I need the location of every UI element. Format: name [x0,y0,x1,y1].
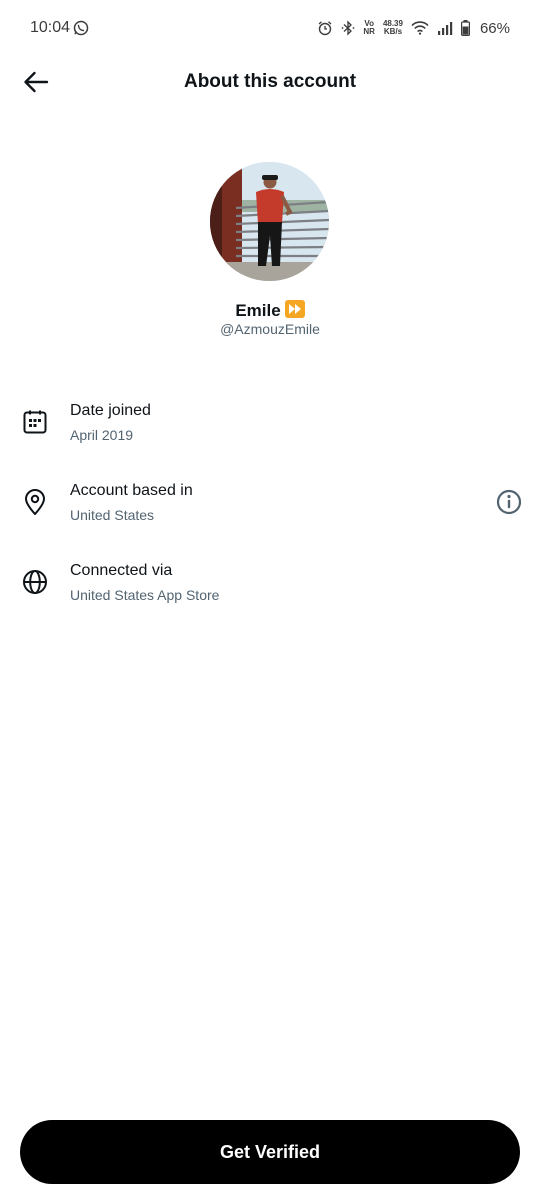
profile-name: Emile [0,300,540,321]
row-label: Date joined [70,402,151,419]
alarm-icon [318,21,332,36]
about-account-screen: 10:04 Vo NR 48.39 KB/s 66% About this ac… [0,0,540,1199]
location-pin-icon [25,489,45,515]
wifi-icon [411,21,429,35]
globe-icon [23,570,47,594]
calendar-icon [23,410,47,434]
whatsapp-icon [73,20,89,36]
battery-icon [460,20,470,36]
status-icons: Vo NR 48.39 KB/s 66% [317,17,510,39]
row-label: Account based in [70,482,193,499]
row-label: Connected via [70,562,173,579]
network-speed: 48.39 KB/s [382,19,403,36]
connected-via-row: Connected via United States App Store [0,558,540,618]
battery-percentage: 66% [479,19,510,37]
date-joined-row: Date joined April 2019 [0,398,540,458]
account-based-in-row: Account based in United States [0,478,540,538]
signal-icon [437,22,453,35]
fast-forward-emoji [284,300,305,318]
row-value: April 2019 [70,427,134,443]
row-value: United States [70,507,155,523]
status-bar: 10:04 Vo NR 48.39 KB/s 66% [0,0,540,58]
header: About this account [0,58,540,108]
profile-photo [210,162,329,281]
page-title: About this account [183,71,357,92]
volte-icon: Vo NR [363,19,375,36]
get-verified-button[interactable]: Get Verified [20,1120,520,1184]
profile-handle: @AzmouzEmile [220,321,320,337]
bluetooth-icon [341,20,355,36]
row-value: United States App Store [70,587,220,603]
avatar[interactable] [210,162,329,281]
info-icon[interactable] [495,488,523,516]
status-time: 10:04 [30,19,71,36]
